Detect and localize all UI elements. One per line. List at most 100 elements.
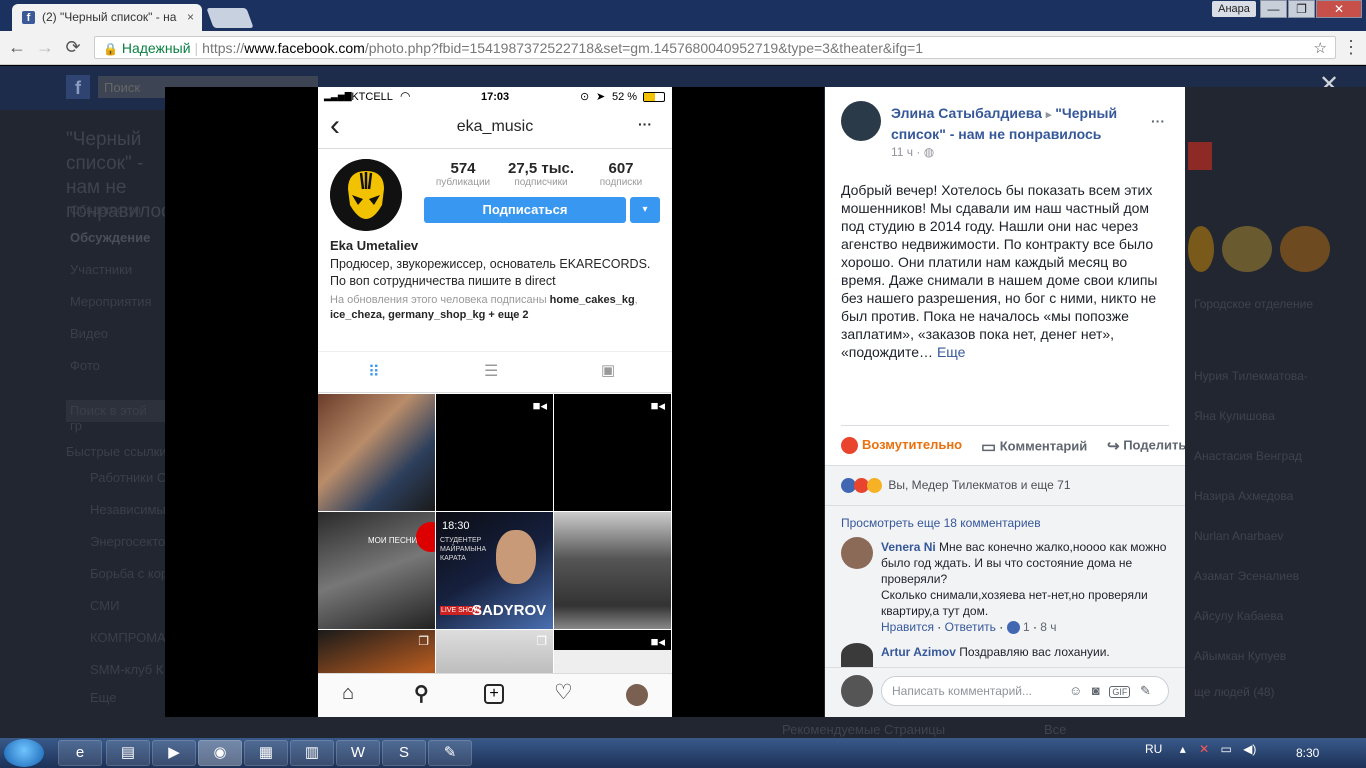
view-more-comments[interactable]: Просмотреть еще 18 комментариев xyxy=(841,516,1041,530)
reload-icon[interactable]: ⟳ xyxy=(62,37,84,59)
word-icon[interactable]: W xyxy=(336,740,380,766)
like-comment-link[interactable]: Нравится xyxy=(881,620,934,634)
nav-video[interactable]: Видео xyxy=(70,326,108,341)
volume-icon[interactable]: ◀) xyxy=(1243,742,1256,756)
notepad-icon[interactable]: ▥ xyxy=(290,740,334,766)
nav-discussion[interactable]: Обсуждение xyxy=(70,230,150,245)
group-search-input[interactable]: Поиск в этой гр xyxy=(66,400,166,433)
shortcut-item[interactable]: КОМПРОМА xyxy=(90,630,166,645)
reply-link[interactable]: Ответить xyxy=(945,620,996,634)
contact-item[interactable]: Nurlan Anarbaev xyxy=(1194,529,1283,543)
commenter-avatar[interactable] xyxy=(841,643,873,667)
profile-badge[interactable]: Анара xyxy=(1212,1,1256,17)
tagged-photos-icon[interactable]: ▣ xyxy=(601,361,615,379)
nav-events[interactable]: Мероприятия xyxy=(70,294,152,309)
shortcut-more[interactable]: Еще xyxy=(90,690,116,705)
contact-item[interactable]: Городское отделение xyxy=(1194,297,1313,311)
camera-icon[interactable]: ◙ xyxy=(1092,683,1100,698)
more-people-link[interactable]: ще людей (48) xyxy=(1194,685,1275,699)
calculator-icon[interactable]: ▦ xyxy=(244,740,288,766)
media-player-icon[interactable]: ▶ xyxy=(152,740,196,766)
follow-button[interactable]: Подписаться xyxy=(424,197,626,223)
address-bar[interactable]: 🔒 Надежный | https://www.facebook.com/phot… xyxy=(94,36,1336,59)
language-indicator[interactable]: RU xyxy=(1145,742,1162,756)
contact-item[interactable]: Назира Ахмедова xyxy=(1194,489,1293,503)
more-options-icon[interactable]: ··· xyxy=(638,116,652,132)
followers-count[interactable]: 27,5 тыс. xyxy=(506,160,576,177)
list-view-icon[interactable]: ☰ xyxy=(484,361,498,381)
grid-photo[interactable] xyxy=(318,394,435,511)
contact-item[interactable]: Айсулу Кабаева xyxy=(1194,609,1283,623)
contact-item[interactable]: Айымкан Купуев xyxy=(1194,649,1286,663)
share-button[interactable]: ↪ Поделиться xyxy=(1107,437,1185,455)
browser-menu-icon[interactable]: ⋮ xyxy=(1342,37,1360,59)
profile-avatar[interactable] xyxy=(330,159,402,231)
grid-video[interactable]: ■◂ xyxy=(554,394,671,511)
comment-author[interactable]: Artur Azimov xyxy=(881,645,956,659)
contact-item[interactable]: Яна Кулишова xyxy=(1194,409,1275,423)
author-name[interactable]: Элина Сатыбалдиева xyxy=(891,105,1042,121)
chevron-down-icon[interactable]: ▾ xyxy=(630,197,660,223)
paint-icon[interactable]: ✎ xyxy=(428,740,472,766)
followed-by-names[interactable]: ice_cheza, germany_shop_kg xyxy=(330,309,485,321)
nav-photos[interactable]: Фото xyxy=(70,358,100,373)
grid-view-icon[interactable]: ⠿ xyxy=(368,362,380,382)
following-count[interactable]: 607 xyxy=(586,160,656,177)
minimize-button[interactable]: — xyxy=(1260,0,1287,18)
followers-label[interactable]: подписчики xyxy=(506,177,576,188)
grid-photo[interactable]: МОИ ПЕСНИ xyxy=(318,512,435,629)
comment-author[interactable]: Venera Ni xyxy=(881,540,936,554)
new-tab-button[interactable] xyxy=(206,8,254,28)
see-more-link[interactable]: Еще xyxy=(937,344,966,360)
start-button[interactable] xyxy=(4,739,44,767)
internet-explorer-icon[interactable]: e xyxy=(58,740,102,766)
grid-photo[interactable] xyxy=(554,512,671,629)
comment-button[interactable]: ▭ Комментарий xyxy=(981,437,1087,457)
grid-photo[interactable]: 18:30 СТУДЕНТЕР МАЙРАМЫНА КАРАТА LIVE SH… xyxy=(436,512,553,629)
emoji-icon[interactable]: ☺ xyxy=(1069,683,1082,698)
bookmark-star-icon[interactable]: ☆ xyxy=(1314,39,1327,57)
shortcut-item[interactable]: SMM-клуб К xyxy=(90,662,163,677)
more-options-icon[interactable]: ··· xyxy=(1151,113,1165,129)
home-icon[interactable]: ⌂ xyxy=(342,682,354,705)
post-time[interactable]: 11 ч xyxy=(891,145,913,159)
tab-close-icon[interactable]: × xyxy=(187,10,194,24)
game-icon[interactable] xyxy=(1280,226,1330,272)
add-post-icon[interactable]: + xyxy=(484,684,504,704)
see-all-link[interactable]: Все xyxy=(1044,722,1066,737)
facebook-logo-icon[interactable]: f xyxy=(66,75,90,99)
contact-item[interactable]: Анастасия Венград xyxy=(1194,449,1302,463)
profile-avatar-small[interactable] xyxy=(626,684,648,706)
window-close-button[interactable]: ✕ xyxy=(1316,0,1362,18)
maximize-button[interactable]: ❐ xyxy=(1288,0,1315,18)
shortcut-item[interactable]: СМИ xyxy=(90,598,119,613)
tray-arrow-icon[interactable]: ▴ xyxy=(1180,742,1186,756)
shortcut-item[interactable]: Энергосекто xyxy=(90,534,165,549)
heart-icon[interactable]: ♡ xyxy=(554,680,573,705)
contact-item[interactable]: Нурия Тилекматова- xyxy=(1194,369,1308,383)
chrome-icon[interactable]: ◉ xyxy=(198,740,242,766)
followed-by-names[interactable]: home_cakes_kg xyxy=(550,294,635,306)
sticker-icon[interactable]: ✎ xyxy=(1140,683,1151,698)
monitor-icon[interactable]: ▭ xyxy=(1220,742,1231,756)
file-explorer-icon[interactable]: ▤ xyxy=(106,740,150,766)
network-warning-icon[interactable]: ✕ xyxy=(1199,742,1209,756)
nav-members[interactable]: Участники xyxy=(70,262,132,277)
forward-icon[interactable]: → xyxy=(34,37,56,59)
angry-reaction-button[interactable]: Возмутительно xyxy=(841,437,962,455)
shortcut-item[interactable]: Работники С xyxy=(90,470,166,485)
game-icon[interactable] xyxy=(1188,226,1214,272)
gif-icon[interactable]: GIF xyxy=(1109,686,1131,698)
reactions-summary[interactable]: Вы, Медер Тилекматов и еще 71 xyxy=(841,478,1071,494)
following-label[interactable]: подписки xyxy=(586,177,656,188)
back-icon[interactable]: ← xyxy=(6,37,28,59)
author-avatar[interactable] xyxy=(841,101,881,141)
taskbar-clock[interactable]: 8:30 xyxy=(1296,746,1319,760)
grid-video[interactable]: ■◂ xyxy=(436,394,553,511)
browser-tab[interactable]: f (2) "Черный список" - на × xyxy=(12,4,202,31)
game-icon[interactable] xyxy=(1222,226,1272,272)
followed-by-more[interactable]: + еще 2 xyxy=(485,309,528,321)
shortcut-item[interactable]: Борьба с кор xyxy=(90,566,168,581)
contact-item[interactable]: Азамат Эсеналиев xyxy=(1194,569,1299,583)
search-icon[interactable]: ⚲ xyxy=(414,681,429,706)
